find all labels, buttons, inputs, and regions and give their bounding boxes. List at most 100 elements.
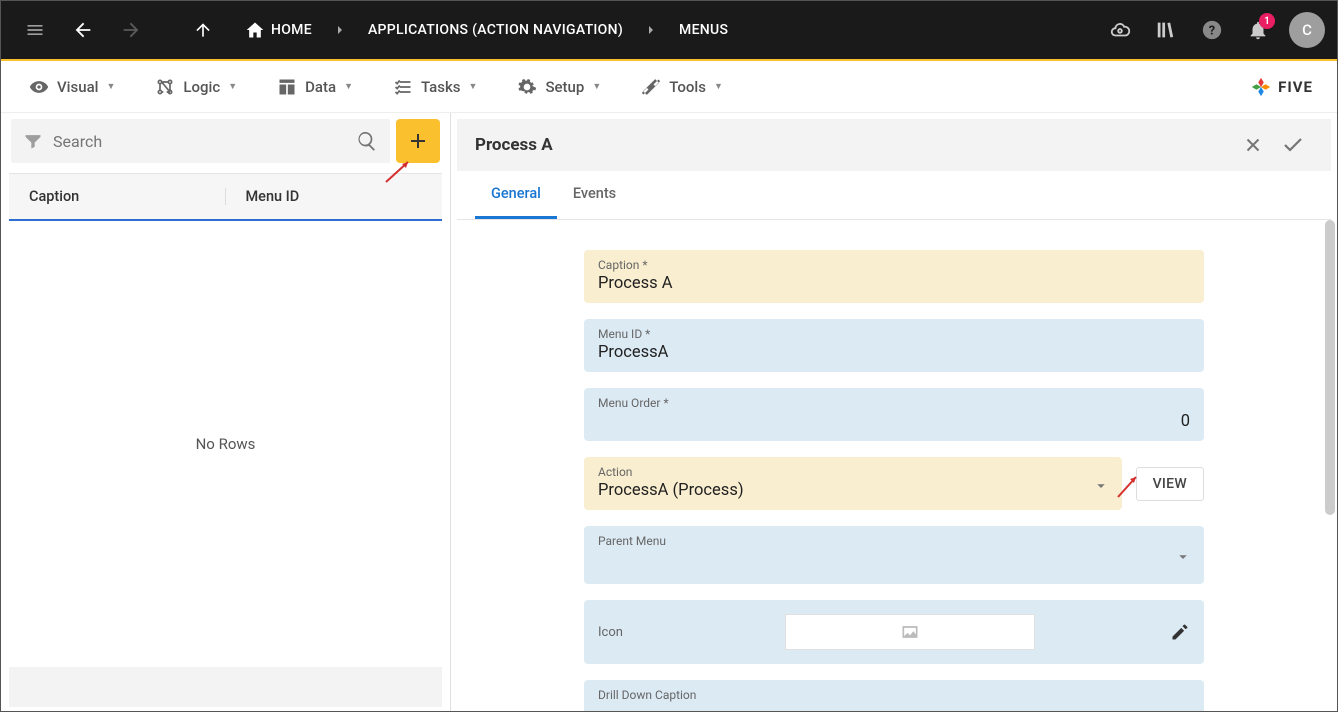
caption-field[interactable]: Caption * Process A bbox=[584, 250, 1204, 303]
arrow-back-icon bbox=[72, 19, 94, 41]
cloud-button[interactable] bbox=[1099, 9, 1141, 51]
forward-button bbox=[109, 8, 153, 52]
back-button[interactable] bbox=[61, 8, 105, 52]
menuid-value: ProcessA bbox=[598, 343, 1190, 362]
help-button[interactable]: ? bbox=[1191, 9, 1233, 51]
menuorder-field[interactable]: Menu Order * 0 bbox=[584, 388, 1204, 441]
up-button[interactable] bbox=[181, 8, 225, 52]
drilldown-label: Drill Down Caption bbox=[598, 688, 1190, 702]
detail-header: Process A bbox=[457, 119, 1331, 171]
search-box[interactable] bbox=[11, 119, 390, 163]
tasks-icon bbox=[393, 77, 413, 97]
detail-panel: Process A General Events Caption * Proce… bbox=[451, 113, 1337, 711]
chevron-right-icon bbox=[332, 22, 348, 38]
check-icon bbox=[1281, 133, 1305, 157]
tab-general[interactable]: General bbox=[475, 171, 557, 219]
action-label: Action bbox=[598, 465, 1108, 479]
hamburger-menu[interactable] bbox=[13, 8, 57, 52]
detail-tabs: General Events bbox=[457, 171, 1331, 220]
breadcrumb-menus-label: MENUS bbox=[679, 22, 728, 38]
icon-field[interactable]: Icon bbox=[584, 600, 1204, 664]
chevron-down-icon bbox=[1174, 548, 1192, 566]
menu-visual-label: Visual bbox=[57, 78, 98, 96]
icon-preview bbox=[785, 614, 1035, 650]
menu-data[interactable]: Data▼ bbox=[261, 69, 369, 105]
breadcrumb-home[interactable]: HOME bbox=[229, 20, 328, 40]
menu-tools-label: Tools bbox=[669, 78, 706, 96]
menuid-label: Menu ID * bbox=[598, 327, 1190, 341]
brand-text: FIVE bbox=[1278, 78, 1313, 96]
table-icon bbox=[277, 77, 297, 97]
search-icon[interactable] bbox=[356, 130, 378, 152]
avatar-letter: C bbox=[1302, 21, 1312, 39]
menu-tasks[interactable]: Tasks▼ bbox=[377, 69, 493, 105]
column-headers: Caption Menu ID bbox=[9, 173, 442, 221]
menuorder-value: 0 bbox=[598, 412, 1190, 431]
chevron-right-icon bbox=[643, 22, 659, 38]
logic-icon bbox=[155, 77, 175, 97]
action-value: ProcessA (Process) bbox=[598, 481, 1108, 500]
parentmenu-field[interactable]: Parent Menu bbox=[584, 526, 1204, 584]
notifications-button[interactable]: 1 bbox=[1237, 9, 1279, 51]
brand-logo: FIVE bbox=[1250, 76, 1325, 98]
menu-data-label: Data bbox=[305, 78, 336, 96]
view-button[interactable]: VIEW bbox=[1136, 467, 1204, 501]
list-footer bbox=[9, 667, 442, 707]
col-menuid[interactable]: Menu ID bbox=[226, 188, 320, 205]
menu-setup-label: Setup bbox=[545, 78, 584, 96]
eye-icon bbox=[29, 77, 49, 97]
help-icon: ? bbox=[1201, 19, 1223, 41]
pencil-icon bbox=[1170, 622, 1190, 642]
caption-label: Caption * bbox=[598, 258, 1190, 272]
notification-badge: 1 bbox=[1259, 13, 1275, 29]
user-avatar[interactable]: C bbox=[1289, 12, 1325, 48]
home-icon bbox=[245, 20, 265, 40]
books-icon bbox=[1155, 19, 1177, 41]
scrollbar[interactable] bbox=[1325, 220, 1335, 515]
chevron-down-icon bbox=[1092, 476, 1110, 494]
tools-icon bbox=[641, 77, 661, 97]
search-input[interactable] bbox=[53, 132, 356, 151]
action-field[interactable]: Action ProcessA (Process) bbox=[584, 457, 1122, 510]
menuorder-label: Menu Order * bbox=[598, 396, 1190, 410]
caption-value: Process A bbox=[598, 274, 1190, 293]
arrow-forward-icon bbox=[120, 19, 142, 41]
edit-icon-button[interactable] bbox=[1170, 622, 1190, 642]
breadcrumb-applications[interactable]: APPLICATIONS (ACTION NAVIGATION) bbox=[352, 22, 639, 38]
save-button[interactable] bbox=[1273, 125, 1313, 165]
arrow-up-icon bbox=[193, 20, 213, 40]
menuid-field[interactable]: Menu ID * ProcessA bbox=[584, 319, 1204, 372]
menu-tasks-label: Tasks bbox=[421, 78, 461, 96]
icon-field-label: Icon bbox=[598, 625, 718, 640]
breadcrumb-menus[interactable]: MENUS bbox=[663, 22, 744, 38]
five-logo-icon bbox=[1250, 76, 1272, 98]
breadcrumb-home-label: HOME bbox=[271, 22, 312, 38]
tab-events[interactable]: Events bbox=[557, 171, 632, 219]
menu-icon bbox=[25, 20, 45, 40]
menu-logic-label: Logic bbox=[183, 78, 220, 96]
cloud-icon bbox=[1109, 19, 1131, 41]
top-header: HOME APPLICATIONS (ACTION NAVIGATION) ME… bbox=[1, 1, 1337, 59]
plus-icon bbox=[406, 129, 430, 153]
list-panel: Caption Menu ID No Rows bbox=[1, 113, 451, 711]
image-placeholder-icon bbox=[900, 622, 920, 642]
svg-text:?: ? bbox=[1209, 24, 1215, 39]
menu-visual[interactable]: Visual▼ bbox=[13, 69, 131, 105]
gear-icon bbox=[517, 77, 537, 97]
menu-bar: Visual▼ Logic▼ Data▼ Tasks▼ Setup▼ Tools… bbox=[1, 61, 1337, 113]
close-button[interactable] bbox=[1233, 125, 1273, 165]
breadcrumb-app-label: APPLICATIONS (ACTION NAVIGATION) bbox=[368, 22, 623, 38]
menu-logic[interactable]: Logic▼ bbox=[139, 69, 253, 105]
detail-title: Process A bbox=[475, 135, 1233, 155]
add-button[interactable] bbox=[396, 119, 440, 163]
empty-state: No Rows bbox=[5, 221, 446, 667]
menu-tools[interactable]: Tools▼ bbox=[625, 69, 739, 105]
parentmenu-label: Parent Menu bbox=[598, 534, 1190, 548]
menu-setup[interactable]: Setup▼ bbox=[501, 69, 617, 105]
library-button[interactable] bbox=[1145, 9, 1187, 51]
close-icon bbox=[1242, 134, 1264, 156]
drilldown-field[interactable]: Drill Down Caption bbox=[584, 680, 1204, 711]
form-area: Caption * Process A Menu ID * ProcessA M… bbox=[451, 220, 1337, 711]
col-caption[interactable]: Caption bbox=[9, 188, 226, 205]
filter-icon[interactable] bbox=[23, 131, 43, 151]
